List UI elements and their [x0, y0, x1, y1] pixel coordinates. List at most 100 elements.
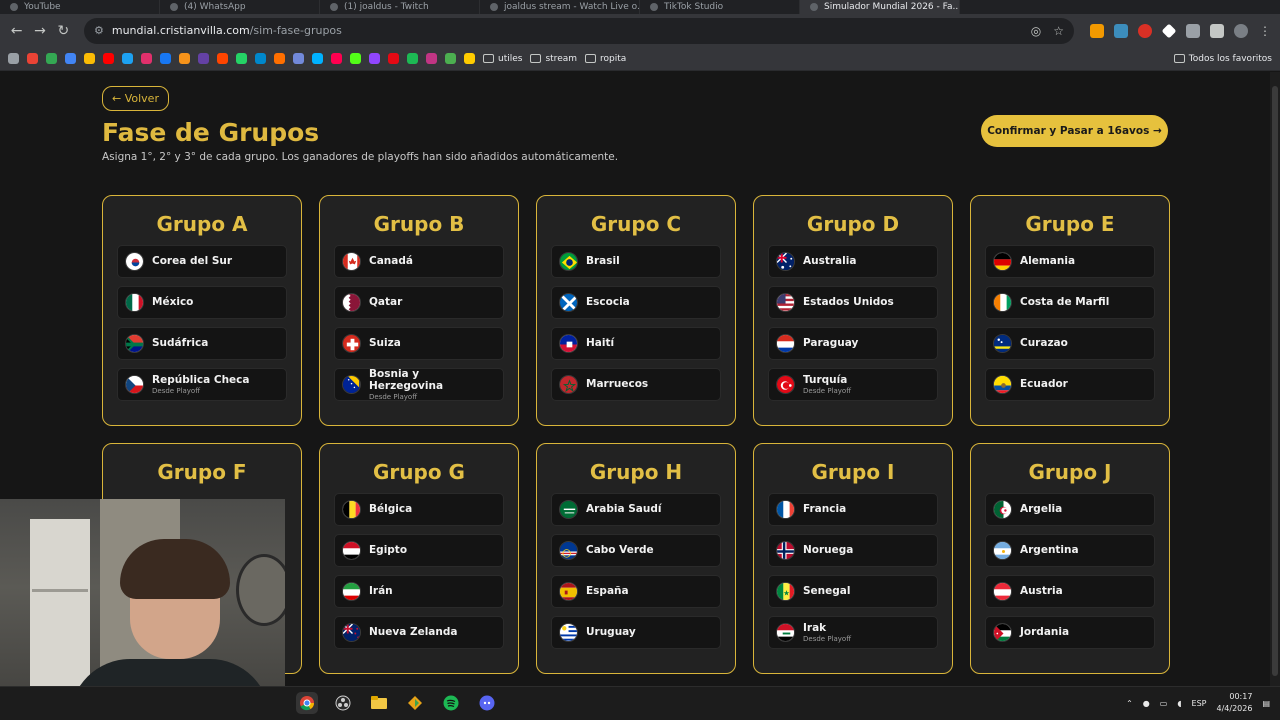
- bookmark-icon[interactable]: [217, 53, 228, 64]
- team-slot[interactable]: Irán: [334, 575, 504, 608]
- team-slot[interactable]: Austria: [985, 575, 1155, 608]
- extension-icon[interactable]: [1113, 23, 1128, 38]
- team-slot[interactable]: México: [117, 286, 287, 319]
- download-icon[interactable]: [1209, 23, 1224, 38]
- team-slot[interactable]: Nueva Zelanda: [334, 616, 504, 649]
- bookmark-icon[interactable]: [160, 53, 171, 64]
- bookmark-folder[interactable]: stream: [530, 54, 577, 64]
- browser-tab[interactable]: TikTok Studio: [640, 0, 800, 14]
- team-slot[interactable]: Brasil: [551, 245, 721, 278]
- team-slot[interactable]: Argelia: [985, 493, 1155, 526]
- bookmark-icon[interactable]: [198, 53, 209, 64]
- volume-icon[interactable]: ◖: [1177, 699, 1181, 708]
- team-slot[interactable]: Estados Unidos: [768, 286, 938, 319]
- team-slot[interactable]: Irak Desde Playoff: [768, 616, 938, 649]
- browser-tab[interactable]: joaldus stream - Watch Live o...: [480, 0, 640, 14]
- bookmark-star-icon[interactable]: ☆: [1053, 24, 1064, 38]
- team-slot[interactable]: Uruguay: [551, 616, 721, 649]
- bookmark-icon[interactable]: [255, 53, 266, 64]
- team-slot[interactable]: Sudáfrica: [117, 327, 287, 360]
- team-slot[interactable]: Paraguay: [768, 327, 938, 360]
- browser-tab[interactable]: YouTube: [0, 0, 160, 14]
- bookmark-icon[interactable]: [27, 53, 38, 64]
- notification-icon[interactable]: ▤: [1262, 699, 1270, 708]
- scrollbar-thumb[interactable]: [1272, 86, 1278, 676]
- team-slot[interactable]: Canadá: [334, 245, 504, 278]
- team-slot[interactable]: Bosnia y Herzegovina Desde Playoff: [334, 368, 504, 401]
- bookmark-icon[interactable]: [65, 53, 76, 64]
- clock[interactable]: 00:17 4/4/2026: [1217, 691, 1253, 715]
- team-slot[interactable]: Bélgica: [334, 493, 504, 526]
- extension-icon[interactable]: [1137, 23, 1152, 38]
- eye-off-icon[interactable]: ◎: [1031, 24, 1041, 38]
- bookmark-icon[interactable]: [464, 53, 475, 64]
- puzzle-icon[interactable]: [1185, 23, 1200, 38]
- team-slot[interactable]: Noruega: [768, 534, 938, 567]
- app-icon[interactable]: [404, 692, 426, 714]
- bookmark-icon[interactable]: [369, 53, 380, 64]
- discord-icon[interactable]: [476, 692, 498, 714]
- browser-tab[interactable]: (1) joaldus - Twitch: [320, 0, 480, 14]
- team-slot[interactable]: Escocia: [551, 286, 721, 319]
- bookmark-icon[interactable]: [141, 53, 152, 64]
- all-bookmarks-button[interactable]: Todos los favoritos: [1173, 54, 1272, 64]
- address-bar[interactable]: ⚙ mundial.cristianvilla.com/sim-fase-gru…: [83, 17, 1074, 44]
- bookmark-icon[interactable]: [350, 53, 361, 64]
- bookmark-icon[interactable]: [445, 53, 456, 64]
- chrome-icon[interactable]: [296, 692, 318, 714]
- bookmark-icon[interactable]: [407, 53, 418, 64]
- team-slot[interactable]: Senegal: [768, 575, 938, 608]
- bookmark-icon[interactable]: [179, 53, 190, 64]
- bookmark-icon[interactable]: [122, 53, 133, 64]
- extension-icon[interactable]: [1161, 23, 1177, 38]
- forward-arrow-icon[interactable]: →: [31, 20, 48, 42]
- team-slot[interactable]: Jordania: [985, 616, 1155, 649]
- bookmark-icon[interactable]: [426, 53, 437, 64]
- bookmark-icon[interactable]: [84, 53, 95, 64]
- team-slot[interactable]: Haití: [551, 327, 721, 360]
- team-slot[interactable]: Curazao: [985, 327, 1155, 360]
- bookmark-icon[interactable]: [331, 53, 342, 64]
- apps-grid-icon[interactable]: [8, 53, 19, 64]
- team-slot[interactable]: Marruecos: [551, 368, 721, 401]
- site-info-icon[interactable]: ⚙: [94, 24, 104, 37]
- confirm-button[interactable]: Confirmar y Pasar a 16avos →: [981, 115, 1168, 147]
- team-slot[interactable]: Egipto: [334, 534, 504, 567]
- team-slot[interactable]: Cabo Verde: [551, 534, 721, 567]
- file-explorer-icon[interactable]: [368, 692, 390, 714]
- team-slot[interactable]: Alemania: [985, 245, 1155, 278]
- microphone-icon[interactable]: ●: [1143, 699, 1150, 708]
- obs-icon[interactable]: [332, 692, 354, 714]
- bookmark-icon[interactable]: [388, 53, 399, 64]
- team-slot[interactable]: Francia: [768, 493, 938, 526]
- browser-tab[interactable]: Simulador Mundial 2026 - Fa...: [800, 0, 960, 14]
- team-slot[interactable]: Corea del Sur: [117, 245, 287, 278]
- reload-icon[interactable]: ↻: [55, 20, 72, 42]
- bookmark-folder[interactable]: ropita: [585, 54, 626, 64]
- team-slot[interactable]: Ecuador: [985, 368, 1155, 401]
- network-icon[interactable]: ▭: [1160, 699, 1168, 708]
- bookmark-icon[interactable]: [103, 53, 114, 64]
- bookmark-folder[interactable]: utiles: [483, 54, 522, 64]
- page-scrollbar[interactable]: [1270, 72, 1280, 686]
- team-slot[interactable]: Argentina: [985, 534, 1155, 567]
- team-slot[interactable]: Costa de Marfil: [985, 286, 1155, 319]
- profile-avatar-icon[interactable]: [1233, 23, 1248, 38]
- team-slot[interactable]: Qatar: [334, 286, 504, 319]
- team-slot[interactable]: Suiza: [334, 327, 504, 360]
- team-slot[interactable]: Australia: [768, 245, 938, 278]
- extension-icon[interactable]: [1089, 23, 1104, 38]
- bookmark-icon[interactable]: [293, 53, 304, 64]
- bookmark-icon[interactable]: [46, 53, 57, 64]
- chevron-up-icon[interactable]: ⌃: [1126, 699, 1133, 708]
- team-slot[interactable]: República Checa Desde Playoff: [117, 368, 287, 401]
- team-slot[interactable]: España: [551, 575, 721, 608]
- url-text[interactable]: mundial.cristianvilla.com/sim-fase-grupo…: [112, 24, 1023, 37]
- team-slot[interactable]: Turquía Desde Playoff: [768, 368, 938, 401]
- browser-tab[interactable]: (4) WhatsApp: [160, 0, 320, 14]
- bookmark-icon[interactable]: [274, 53, 285, 64]
- language-indicator[interactable]: ESP: [1192, 699, 1207, 708]
- team-slot[interactable]: Arabia Saudí: [551, 493, 721, 526]
- back-button[interactable]: ← Volver: [102, 86, 169, 111]
- bookmark-icon[interactable]: [236, 53, 247, 64]
